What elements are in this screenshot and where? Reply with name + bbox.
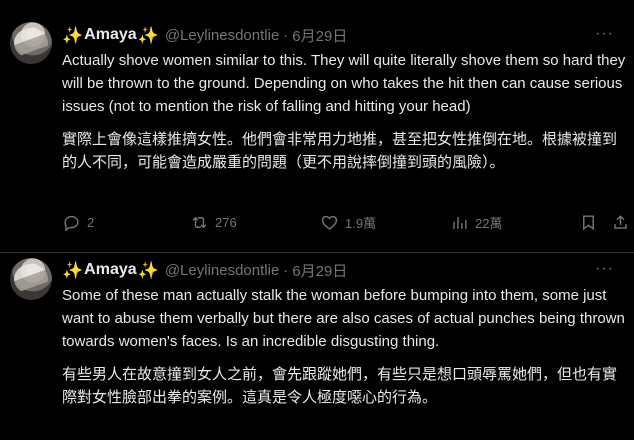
tweet-content: ✨ Amaya ✨ @Leylinesdontlie · 6月29日 ··· A… [62,22,626,174]
share-icon [614,214,627,229]
sparkle-emoji: ✨ [62,260,84,280]
separator-dot: · [283,26,289,44]
tweet-date[interactable]: 6月29日 [292,25,347,46]
like-button[interactable]: 1.9萬 [320,213,376,232]
tweet-header: ✨ Amaya ✨ @Leylinesdontlie · 6月29日 [62,257,626,283]
tweet-text: Some of these man actually stalk the wom… [62,287,625,350]
repost-icon [192,216,207,228]
separator-dot: · [283,261,289,279]
tweet[interactable]: ✨ Amaya ✨ @Leylinesdontlie · 6月29日 ··· S… [0,253,634,440]
author-name[interactable]: Amaya [84,261,136,279]
sparkle-emoji: ✨ [62,25,84,45]
share-button[interactable] [611,213,630,232]
like-count: 1.9萬 [345,215,377,231]
tweet-text: Actually shove women similar to this. Th… [62,52,626,115]
views-icon [453,216,467,229]
avatar-image [14,264,48,294]
reply-count: 2 [87,214,95,230]
views-count: 22萬 [475,215,503,231]
sparkle-emoji: ✨ [137,25,159,45]
tweet[interactable]: ✨ Amaya ✨ @Leylinesdontlie · 6月29日 ··· A… [0,0,634,253]
tweet-date[interactable]: 6月29日 [292,260,347,281]
tweet-translation: 實際上會像這樣推擠女性。他們會非常用力地推，甚至把女性推倒在地。根據被撞到的人不… [62,130,618,171]
author-handle[interactable]: @Leylinesdontlie [165,262,279,279]
tweet-actions: 2 276 1.9萬 22萬 [62,210,627,234]
more-options-icon[interactable]: ··· [595,260,614,278]
sparkle-emoji: ✨ [137,260,159,280]
bookmark-icon [583,214,594,230]
reply-button[interactable]: 2 [62,213,94,232]
author-handle[interactable]: @Leylinesdontlie [165,27,279,44]
repost-count: 276 [215,214,237,230]
more-options-icon[interactable]: ··· [595,25,614,43]
reply-icon [64,215,79,231]
like-icon [321,215,338,230]
author-name[interactable]: Amaya [84,26,136,44]
tweet-translation: 有些男人在故意撞到女人之前，會先跟蹤她們，有些只是想口頭辱罵她們，但也有實際對女… [62,365,618,406]
avatar[interactable] [10,258,52,300]
tweet-content: ✨ Amaya ✨ @Leylinesdontlie · 6月29日 ··· S… [62,257,626,409]
repost-button[interactable]: 276 [190,213,237,232]
avatar[interactable] [10,22,52,64]
tweet-header: ✨ Amaya ✨ @Leylinesdontlie · 6月29日 [62,22,626,48]
bookmark-button[interactable] [579,213,598,232]
views-button[interactable]: 22萬 [450,213,502,232]
avatar-image [14,28,48,58]
